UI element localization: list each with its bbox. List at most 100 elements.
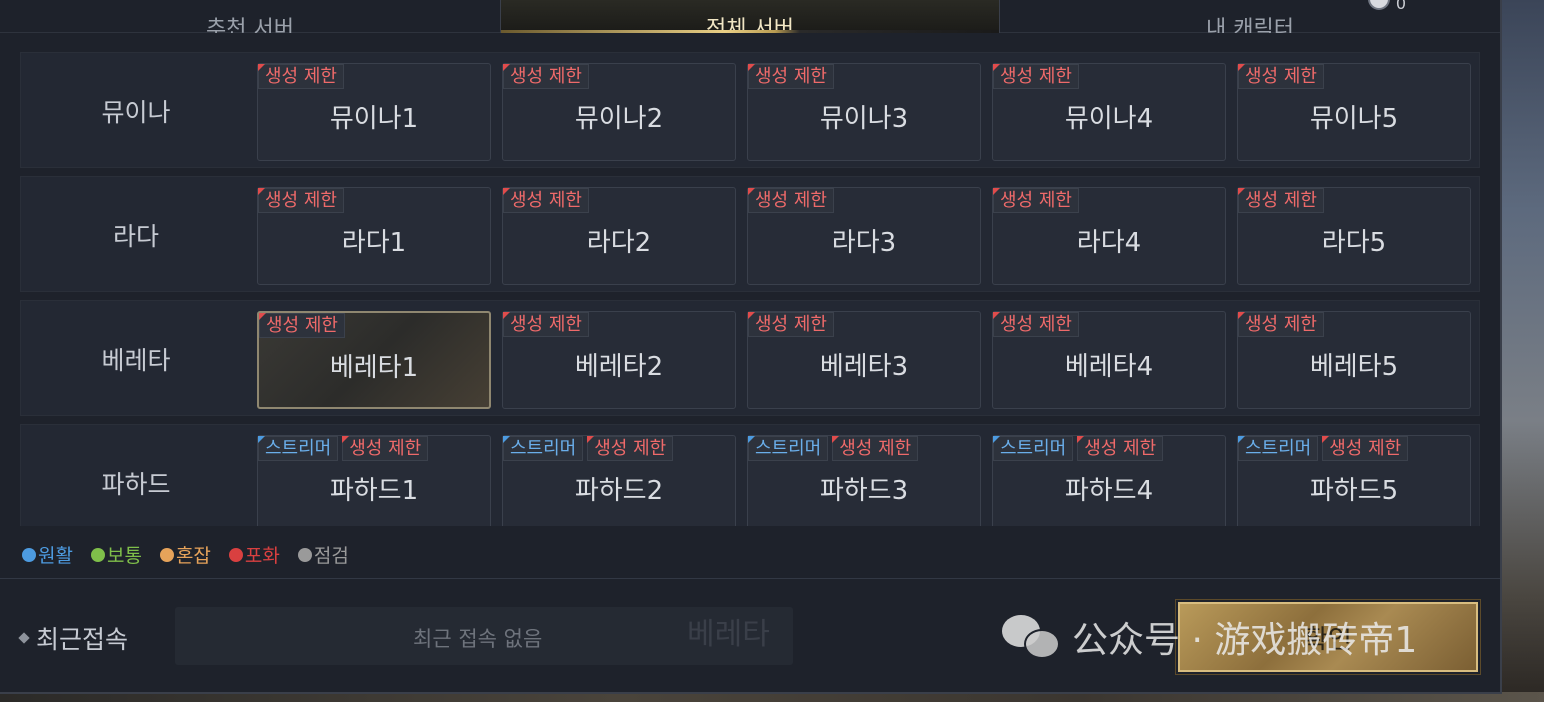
server-badges: 생성 제한 <box>1238 312 1324 337</box>
legend-item: 보통 <box>90 541 142 568</box>
server-group-label: 뮤이나 <box>101 98 171 127</box>
creation-restricted-badge: 생성 제한 <box>1238 64 1324 89</box>
server-badges: 생성 제한 <box>258 188 344 213</box>
server-name: 뮤이나3 <box>819 104 909 134</box>
server-button[interactable]: 생성 제한라다1 <box>257 187 491 285</box>
creation-restricted-badge: 생성 제한 <box>748 64 834 89</box>
server-button[interactable]: 스트리머 생성 제한 파하드3 <box>747 435 981 526</box>
creation-restricted-badge: 생성 제한 <box>587 436 674 461</box>
creation-restricted-badge: 생성 제한 <box>993 64 1079 89</box>
tab-my-characters[interactable]: 내 캐릭터 0 <box>1000 0 1500 33</box>
server-button[interactable]: 생성 제한베레타3 <box>747 311 981 409</box>
recent-access-box[interactable]: 최근 접속 없음 베레타 <box>175 607 793 665</box>
tab-label: 추천 서버 <box>206 17 294 33</box>
watermark: 公众号 · 游戏搬砖帝1 <box>1002 612 1417 662</box>
server-button[interactable]: 스트리머 생성 제한 파하드5 <box>1237 435 1471 526</box>
server-group-row: 베레타 생성 제한 베레타1 생성 제한 베레타2 생성 제한 베레타3 생성 제한 베레타4 생… <box>20 300 1480 416</box>
server-name: 뮤이나5 <box>1309 104 1399 134</box>
creation-restricted-badge: 생성 제한 <box>993 188 1079 213</box>
server-badges: 생성 제한 <box>748 188 834 213</box>
server-name: 라다3 <box>831 228 897 258</box>
server-name: 베레타4 <box>1064 352 1154 382</box>
server-name: 뮤이나4 <box>1064 104 1154 134</box>
server-button[interactable]: 생성 제한 라다2 <box>502 187 736 285</box>
server-group-label: 라다 <box>112 222 159 251</box>
server-button[interactable]: 스트리머 생성 제한파하드2 <box>502 435 736 526</box>
server-name: 라다1 <box>341 228 407 258</box>
server-badges: 생성 제한 <box>748 312 834 337</box>
tab-label: 전체 서버 <box>706 17 794 33</box>
server-name: 베레타2 <box>574 352 664 382</box>
server-name: 베레타3 <box>819 352 909 382</box>
server-status-legend: 원활 보통 혼잡 포화 점검 <box>22 541 349 568</box>
server-button[interactable]: 생성 제한뮤이나4 <box>992 63 1226 161</box>
server-button[interactable]: 생성 제한베레타5 <box>1237 311 1471 409</box>
server-name: 베레타1 <box>329 353 419 383</box>
creation-restricted-badge: 생성 제한 <box>342 436 429 461</box>
server-group-label: 파하드 <box>101 470 171 499</box>
server-grid: 뮤이나 생성 제한 뮤이나1 생성 제한 뮤이나2 생성 제한 뮤이나3 생성 제한 뮤이나4 생… <box>20 52 1480 526</box>
recent-access-placeholder: 최근 접속 없음 <box>413 627 543 651</box>
diamond-icon <box>18 632 30 644</box>
creation-restricted-badge: 생성 제한 <box>748 312 834 337</box>
tab-recommended-servers[interactable]: 추천 서버 <box>0 0 500 33</box>
server-badges: 생성 제한 <box>503 312 589 337</box>
streamer-badge: 스트리머 <box>748 436 829 461</box>
server-button[interactable]: 생성 제한뮤이나5 <box>1237 63 1471 161</box>
creation-restricted-badge: 생성 제한 <box>1238 188 1324 213</box>
watermark-text: 公众号 · 游戏搬砖帝1 <box>1072 620 1418 661</box>
server-name: 라다4 <box>1076 228 1142 258</box>
server-button[interactable]: 생성 제한베레타1 <box>257 311 491 409</box>
server-badges: 생성 제한 <box>993 188 1079 213</box>
server-group-row: 파하드 스트리머 생성 제한 파하드1 스트리머 생성 제한 파하드2 스트리머 생성 제한 파하… <box>20 424 1480 526</box>
server-badges: 스트리머 생성 제한 <box>1238 436 1409 461</box>
server-button[interactable]: 생성 제한 뮤이나2 <box>502 63 736 161</box>
status-dot-icon <box>159 547 174 562</box>
server-button[interactable]: 생성 제한 라다5 <box>1237 187 1471 285</box>
server-badges: 생성 제한 <box>1238 188 1324 213</box>
status-dot-icon <box>297 547 312 562</box>
server-button[interactable]: 생성 제한베레타2 <box>502 311 736 409</box>
server-name: 뮤이나1 <box>329 104 419 134</box>
legend-label: 보통 <box>106 545 142 567</box>
server-button[interactable]: 스트리머 생성 제한파하드4 <box>992 435 1226 526</box>
legend-label: 혼잡 <box>175 545 211 567</box>
creation-restricted-badge: 생성 제한 <box>258 188 344 213</box>
server-group-row: 라다 생성 제한 라다1 생성 제한 라다2 생성 제한 라다3 생성 제한 라다4 생성 제한 라… <box>20 176 1480 292</box>
server-name: 베레타5 <box>1309 352 1399 382</box>
status-dot-icon <box>228 547 243 562</box>
server-group-row: 뮤이나 생성 제한 뮤이나1 생성 제한 뮤이나2 생성 제한 뮤이나3 생성 제한 뮤이나4 생… <box>20 52 1480 168</box>
creation-restricted-badge: 생성 제한 <box>503 64 589 89</box>
creation-restricted-badge: 생성 제한 <box>1077 436 1164 461</box>
status-dot-icon <box>22 547 36 562</box>
server-button[interactable]: 생성 제한라다4 <box>992 187 1226 285</box>
server-button[interactable]: 생성 제한뮤이나1 <box>257 63 491 161</box>
background-scenery <box>1500 0 1544 702</box>
server-button[interactable]: 생성 제한라다3 <box>747 187 981 285</box>
server-badges: 생성 제한 <box>259 313 345 338</box>
creation-restricted-badge: 생성 제한 <box>1238 312 1324 337</box>
legend-label: 원활 <box>38 545 73 567</box>
creation-restricted-badge: 생성 제한 <box>993 312 1079 337</box>
recent-access-label: 최근접속 <box>18 620 129 656</box>
server-badges: 생성 제한 <box>993 64 1079 89</box>
server-badges: 생성 제한 <box>503 188 589 213</box>
server-button[interactable]: 생성 제한베레타4 <box>992 311 1226 409</box>
divider <box>0 578 1500 579</box>
tab-all-servers[interactable]: 전체 서버 <box>500 0 1000 33</box>
recent-access-text: 최근접속 <box>36 625 129 654</box>
streamer-badge: 스트리머 <box>993 436 1074 461</box>
streamer-badge: 스트리머 <box>503 436 584 461</box>
server-name: 파하드4 <box>1064 476 1154 506</box>
server-badges: 생성 제한 <box>1238 64 1324 89</box>
server-button[interactable]: 생성 제한뮤이나3 <box>747 63 981 161</box>
creation-restricted-badge: 생성 제한 <box>503 188 589 213</box>
server-badges: 스트리머 생성 제한 <box>993 436 1164 461</box>
tab-label: 내 캐릭터 <box>1206 17 1294 33</box>
streamer-badge: 스트리머 <box>1238 436 1319 461</box>
server-name: 파하드3 <box>819 476 909 506</box>
server-name: 파하드2 <box>574 476 664 506</box>
creation-restricted-badge: 생성 제한 <box>1322 436 1409 461</box>
server-button[interactable]: 스트리머 생성 제한 파하드1 <box>257 435 491 526</box>
server-badges: 생성 제한 <box>258 64 344 89</box>
